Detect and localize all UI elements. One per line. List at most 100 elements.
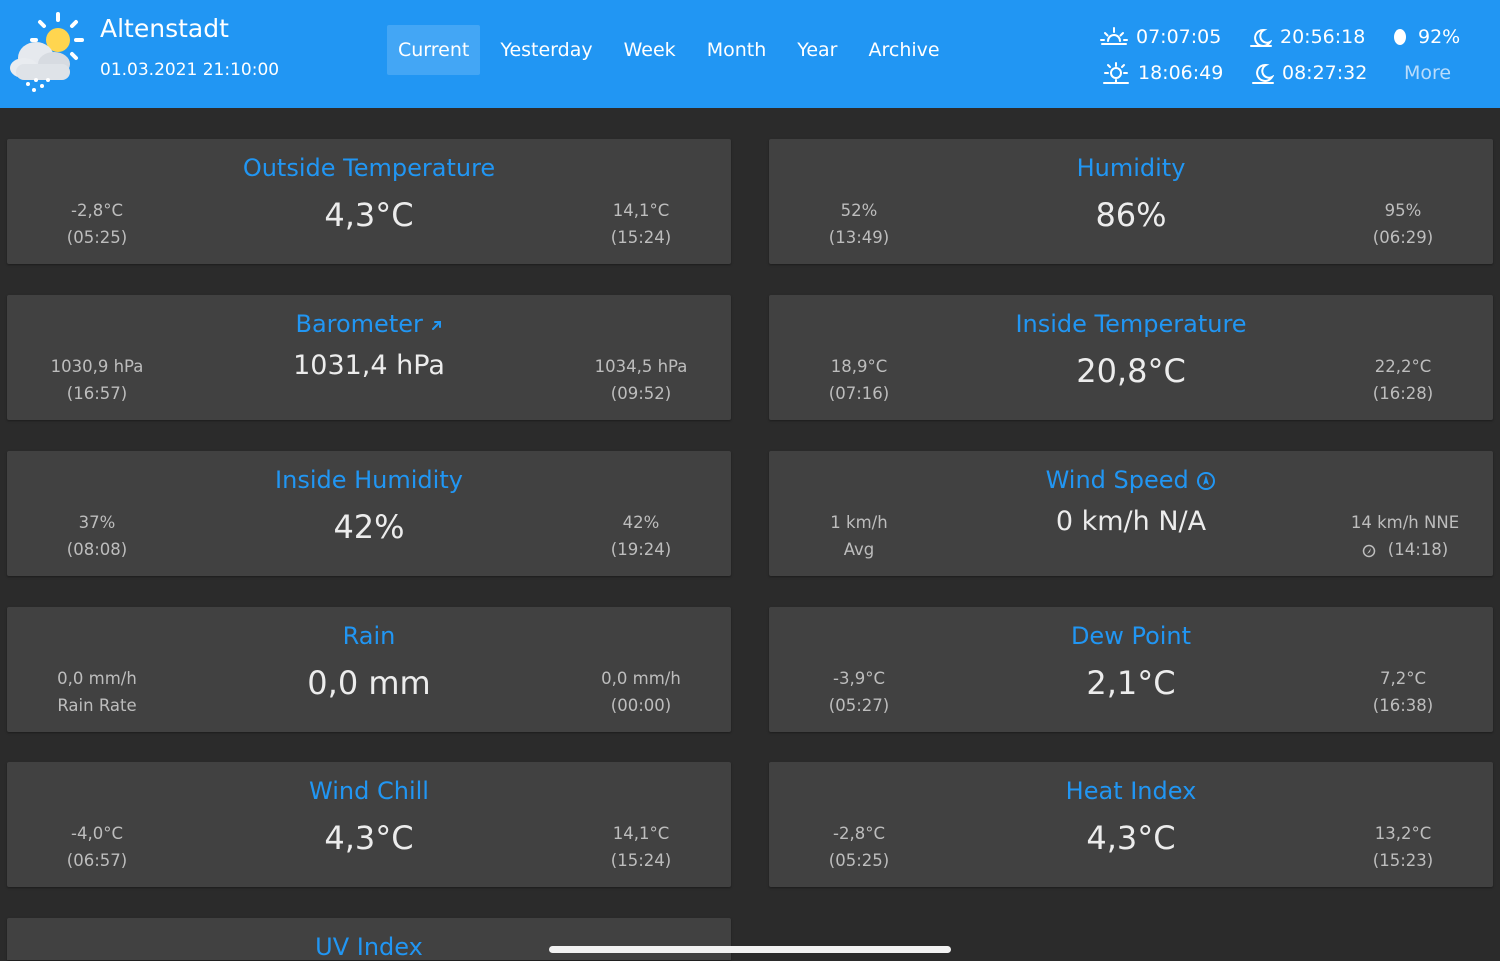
min-value: 52%: [840, 201, 878, 220]
moonset-time: 08:27:32: [1282, 62, 1368, 84]
nav-current[interactable]: Current: [387, 25, 481, 75]
card-inside-humidity[interactable]: Inside Humidity 42% 37% (08:08) 42% (19:…: [7, 451, 731, 576]
max-stat: 1034,5 hPa (09:52): [551, 353, 731, 407]
card-title: Inside Humidity: [275, 466, 463, 494]
card-inside-temperature[interactable]: Inside Temperature 20,8°C 18,9°C (07:16)…: [769, 295, 1493, 420]
max-stat: 22,2°C (16:28): [1313, 353, 1493, 407]
max-stat: 42% (19:24): [551, 509, 731, 563]
max-time: (15:24): [610, 228, 672, 247]
min-value: -4,0°C: [71, 824, 123, 843]
card-title: Outside Temperature: [242, 154, 496, 182]
card-title: Wind Chill: [309, 777, 429, 805]
max-stat: 7,2°C (16:38): [1313, 665, 1493, 719]
max-value: 7,2°C: [1379, 669, 1426, 688]
max-time: (14:18): [1387, 540, 1449, 559]
min-stat: -2,8°C (05:25): [7, 197, 187, 251]
max-time: (16:28): [1372, 384, 1434, 403]
nav-yesterday[interactable]: Yesterday: [489, 25, 603, 75]
max-value: 14 km/h NNE: [1350, 513, 1460, 532]
sunset-icon: [1103, 62, 1129, 84]
max-time: (09:52): [610, 384, 672, 403]
moonrise-info: 20:56:18: [1250, 25, 1365, 49]
min-value: -2,8°C: [833, 824, 885, 843]
card-title: Rain: [342, 622, 396, 650]
max-time: (06:29): [1372, 228, 1434, 247]
max-value: 0,0 mm/h: [601, 669, 681, 688]
moonrise-icon: [1250, 28, 1272, 47]
avg-value: 1 km/h: [830, 513, 888, 532]
card-heat-index[interactable]: Heat Index 4,3°C -2,8°C (05:25) 13,2°C (…: [769, 762, 1493, 887]
card-title: Heat Index: [1065, 777, 1197, 805]
card-barometer[interactable]: Barometer 1031,4 hPa 1030,9 hPa (16:57) …: [7, 295, 731, 420]
sunset-info: 18:06:49: [1102, 61, 1223, 85]
card-dew-point[interactable]: Dew Point 2,1°C -3,9°C (05:27) 7,2°C (16…: [769, 607, 1493, 732]
moon-phase-value: 92%: [1418, 26, 1461, 48]
max-stat: 14 km/h NNE (14:18): [1317, 509, 1493, 563]
weather-logo-icon: [10, 12, 84, 92]
max-value: 42%: [622, 513, 660, 532]
main-nav: Current Yesterday Week Month Year Archiv…: [387, 25, 960, 75]
card-humidity[interactable]: Humidity 86% 52% (13:49) 95% (06:29): [769, 139, 1493, 264]
min-time: (06:57): [66, 851, 128, 870]
max-value: 14,1°C: [612, 201, 670, 220]
min-value: 1030,9 hPa: [50, 357, 144, 376]
min-stat: -2,8°C (05:25): [769, 820, 949, 874]
min-stat: 18,9°C (07:16): [769, 353, 949, 407]
card-title: Barometer: [7, 310, 731, 338]
rate-stat: 0,0 mm/h Rain Rate: [7, 665, 187, 719]
top-header: Altenstadt 01.03.2021 21:10:00 Current Y…: [0, 0, 1500, 108]
avg-label: Avg: [843, 540, 875, 559]
max-stat: 14,1°C (15:24): [551, 197, 731, 251]
min-time: (16:57): [66, 384, 128, 403]
min-value: 37%: [78, 513, 116, 532]
station-name: Altenstadt: [100, 14, 229, 43]
rate-value: 0,0 mm/h: [57, 669, 137, 688]
min-time: (13:49): [828, 228, 890, 247]
home-indicator[interactable]: [549, 946, 951, 953]
min-time: (08:08): [66, 540, 128, 559]
station-datetime: 01.03.2021 21:10:00: [100, 60, 280, 80]
card-title: Humidity: [1076, 154, 1186, 182]
max-stat: 13,2°C (15:23): [1313, 820, 1493, 874]
more-link[interactable]: More: [1404, 62, 1451, 84]
max-time: (16:38): [1372, 696, 1434, 715]
card-title: Dew Point: [1070, 622, 1192, 650]
card-rain[interactable]: Rain 0,0 mm 0,0 mm/h Rain Rate 0,0 mm/h …: [7, 607, 731, 732]
nav-week[interactable]: Week: [613, 25, 687, 75]
nav-archive[interactable]: Archive: [857, 25, 950, 75]
max-time: (15:23): [1372, 851, 1434, 870]
min-stat: 1030,9 hPa (16:57): [7, 353, 187, 407]
card-wind-speed[interactable]: Wind Speed 0 km/h N/A 1 km/h Avg 14 km/h…: [769, 451, 1493, 576]
min-time: (05:27): [828, 696, 890, 715]
min-time: (07:16): [828, 384, 890, 403]
nav-month[interactable]: Month: [696, 25, 778, 75]
max-time-row: (14:18): [1317, 536, 1493, 563]
max-value: 13,2°C: [1374, 824, 1432, 843]
max-stat: 95% (06:29): [1313, 197, 1493, 251]
sunrise-info: 07:07:05: [1100, 25, 1221, 49]
card-title: Wind Speed: [769, 466, 1493, 494]
max-value: 22,2°C: [1374, 357, 1432, 376]
wind-direction-icon: [1362, 544, 1376, 557]
min-time: (05:25): [66, 228, 128, 247]
compass-icon: [1197, 472, 1216, 490]
moonset-icon: [1252, 63, 1274, 84]
sunset-time: 18:06:49: [1138, 62, 1224, 84]
max-stat: 0,0 mm/h (00:00): [551, 665, 731, 719]
avg-stat: 1 km/h Avg: [769, 509, 949, 563]
wind-speed-title: Wind Speed: [1045, 466, 1189, 494]
max-value: 95%: [1384, 201, 1422, 220]
nav-year[interactable]: Year: [786, 25, 848, 75]
arrow-up-right-icon: [431, 321, 441, 330]
max-value: 14,1°C: [612, 824, 670, 843]
min-stat: -4,0°C (06:57): [7, 820, 187, 874]
moon-phase-info: 92%: [1390, 25, 1460, 49]
card-uv-index[interactable]: UV Index: [7, 918, 731, 961]
min-value: 18,9°C: [830, 357, 888, 376]
max-time: (19:24): [610, 540, 672, 559]
max-time: (15:24): [610, 851, 672, 870]
card-title: Inside Temperature: [1015, 310, 1247, 338]
card-outside-temperature[interactable]: Outside Temperature 4,3°C -2,8°C (05:25)…: [7, 139, 731, 264]
card-wind-chill[interactable]: Wind Chill 4,3°C -4,0°C (06:57) 14,1°C (…: [7, 762, 731, 887]
min-value: -3,9°C: [833, 669, 885, 688]
